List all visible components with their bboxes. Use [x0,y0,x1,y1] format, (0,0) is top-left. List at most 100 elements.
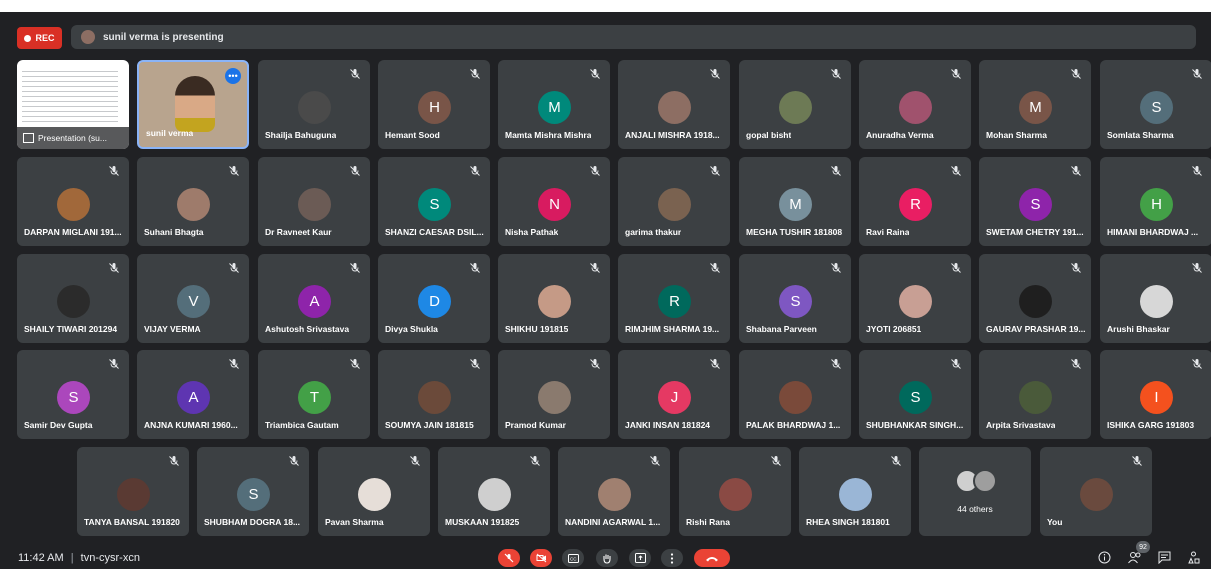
mic-off-icon [1191,357,1203,369]
captions-icon[interactable]: CC [562,549,584,567]
participant-tile[interactable]: N Nisha Pathak [498,157,610,246]
participant-tile[interactable]: D Divya Shukla [378,254,490,343]
avatar-initial: H [418,91,451,124]
mic-off-icon [1191,67,1203,79]
avatar-photo [598,478,631,511]
speaker-tile[interactable]: ••• sunil verma [137,60,249,149]
participant-tile[interactable]: S SHANZI CAESAR DSIL... [378,157,490,246]
raise-hand-icon[interactable] [596,549,618,567]
mic-off-icon [349,357,361,369]
participant-tile[interactable]: S Shabana Parveen [739,254,851,343]
participant-tile[interactable]: MUSKAAN 191825 [438,447,550,536]
participant-tile[interactable]: Dr Ravneet Kaur [258,157,370,246]
avatar-photo [177,188,210,221]
others-avatars [955,469,997,493]
mic-off-icon [1131,454,1143,466]
participant-tile[interactable]: Suhani Bhagta [137,157,249,246]
camera-off-icon[interactable] [530,549,552,567]
avatar-initial: I [1140,381,1173,414]
chat-icon[interactable] [1158,551,1171,567]
participant-tile[interactable]: Arpita Srivastava [979,350,1091,439]
participant-name: SHANZI CAESAR DSIL... [385,227,484,237]
participant-tile[interactable]: JYOTI 206851 [859,254,971,343]
speaking-indicator-icon: ••• [225,68,241,84]
participant-tile[interactable]: T Triambica Gautam [258,350,370,439]
participant-tile[interactable]: You [1040,447,1152,536]
participant-tile[interactable]: S SHUBHANKAR SINGH... [859,350,971,439]
participant-tile[interactable]: S Samir Dev Gupta [17,350,129,439]
info-icon[interactable] [1098,551,1111,567]
participant-tile[interactable]: Arushi Bhaskar [1100,254,1211,343]
participant-tile[interactable]: Anuradha Verma [859,60,971,149]
participant-name: Pramod Kumar [505,420,566,430]
participant-tile[interactable]: DARPAN MIGLANI 191... [17,157,129,246]
participant-tile[interactable]: garima thakur [618,157,730,246]
participant-name: Mohan Sharma [986,130,1047,140]
recording-indicator[interactable]: REC [17,27,62,49]
mic-off-icon [709,261,721,273]
participant-tile[interactable]: RHEA SINGH 181801 [799,447,911,536]
meeting-info: 11:42 AM | tvn-cysr-xcn [18,552,140,564]
participant-name: NANDINI AGARWAL 1... [565,517,661,527]
participant-tile[interactable]: H HIMANI BHARDWAJ ... [1100,157,1211,246]
participant-name: sunil verma [146,128,194,138]
participant-tile[interactable]: NANDINI AGARWAL 1... [558,447,670,536]
participant-tile[interactable]: Pramod Kumar [498,350,610,439]
participant-tile[interactable]: M Mamta Mishra Mishra [498,60,610,149]
mic-off-icon [950,357,962,369]
mic-off-icon [950,67,962,79]
participant-tile[interactable]: Shailja Bahuguna [258,60,370,149]
participant-tile[interactable]: V VIJAY VERMA [137,254,249,343]
participant-tile[interactable]: S SWETAM CHETRY 191... [979,157,1091,246]
presentation-label-bar: Presentation (su... [17,127,129,149]
participant-tile[interactable]: R RIMJHIM SHARMA 19... [618,254,730,343]
participant-tile[interactable]: SHAILY TIWARI 201294 [17,254,129,343]
participant-tile[interactable]: J JANKI INSAN 181824 [618,350,730,439]
participant-tile[interactable]: ANJALI MISHRA 1918... [618,60,730,149]
mic-off-icon[interactable] [498,549,520,567]
participant-name: GAURAV PRASHAR 19... [986,324,1086,334]
activities-icon[interactable] [1187,551,1200,567]
participant-tile[interactable]: A Ashutosh Srivastava [258,254,370,343]
presentation-tile[interactable]: Presentation (su... [17,60,129,149]
avatar-photo [1019,285,1052,318]
others-tile[interactable]: 44 others [919,447,1031,536]
participant-tile[interactable]: S SHUBHAM DOGRA 18... [197,447,309,536]
present-icon [23,133,34,143]
participant-name: SWETAM CHETRY 191... [986,227,1084,237]
avatar-photo [538,381,571,414]
participant-tile[interactable]: PALAK BHARDWAJ 1... [739,350,851,439]
avatar-photo [1019,381,1052,414]
mic-off-icon [830,164,842,176]
participant-name: DARPAN MIGLANI 191... [24,227,122,237]
avatar-initial: V [177,285,210,318]
participant-tile[interactable]: I ISHIKA GARG 191803 [1100,350,1211,439]
avatar-initial: H [1140,188,1173,221]
participant-tile[interactable]: R Ravi Raina [859,157,971,246]
participant-tile[interactable]: Pavan Sharma [318,447,430,536]
participant-tile[interactable]: gopal bisht [739,60,851,149]
present-icon[interactable] [629,549,651,567]
participant-tile[interactable]: SHIKHU 191815 [498,254,610,343]
participant-tile[interactable]: S Somlata Sharma [1100,60,1211,149]
mic-off-icon [1070,357,1082,369]
mic-off-icon [589,261,601,273]
mic-off-icon [108,357,120,369]
people-icon[interactable] [1128,551,1142,567]
participant-tile[interactable]: A ANJNA KUMARI 1960... [137,350,249,439]
participant-tile[interactable]: GAURAV PRASHAR 19... [979,254,1091,343]
participant-name: Hemant Sood [385,130,440,140]
mic-off-icon [830,67,842,79]
avatar-photo [298,91,331,124]
more-icon[interactable] [661,549,683,567]
participant-tile[interactable]: M Mohan Sharma [979,60,1091,149]
participant-tile[interactable]: TANYA BANSAL 191820 [77,447,189,536]
participant-tile[interactable]: M MEGHA TUSHIR 181808 [739,157,851,246]
end-call-icon[interactable] [694,549,730,567]
participant-tile[interactable]: H Hemant Sood [378,60,490,149]
participant-tile[interactable]: SOUMYA JAIN 181815 [378,350,490,439]
avatar-photo [658,91,691,124]
avatar-photo [418,381,451,414]
avatar-initial: S [1019,188,1052,221]
participant-tile[interactable]: Rishi Rana [679,447,791,536]
